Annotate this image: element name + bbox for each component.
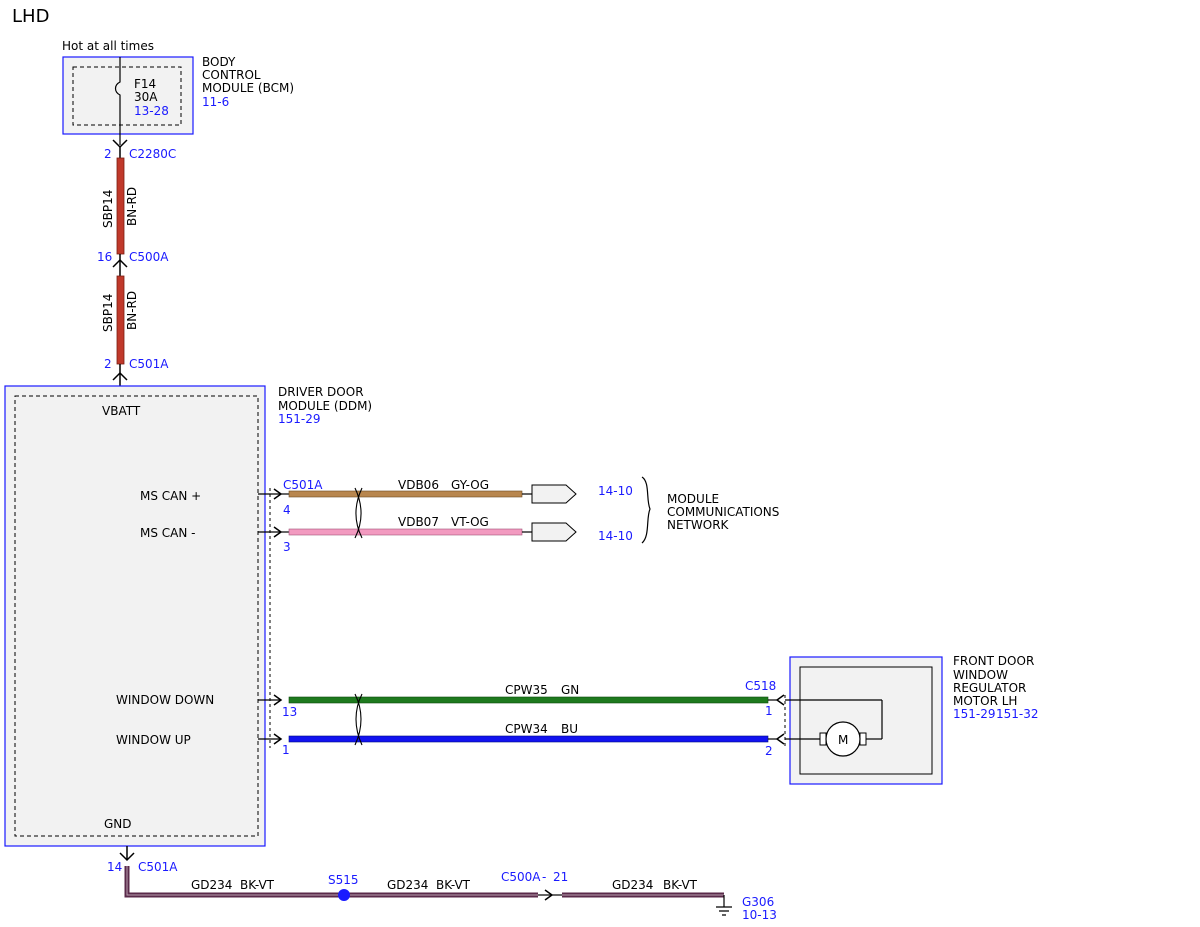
window-down-circuit: CPW35	[505, 683, 548, 697]
c2280c-name: C2280C	[129, 147, 176, 161]
c518-name: C518	[745, 679, 776, 693]
window-down-pin: 13	[282, 705, 297, 719]
can-plus-pin: 4	[283, 503, 291, 517]
motor-name-line1: FRONT DOOR	[953, 654, 1034, 668]
network-brace-icon	[641, 476, 651, 544]
splice-s515-icon	[338, 889, 350, 901]
network-line3: NETWORK	[667, 518, 730, 532]
network-line1: MODULE	[667, 492, 719, 506]
can-connector-label: C501A	[283, 478, 323, 492]
can-minus-circuit: VDB07	[398, 515, 439, 529]
ground-name: G306	[742, 895, 774, 909]
motor-name-line2: WINDOW	[953, 668, 1008, 682]
wire-sbp14-seg1	[116, 157, 125, 255]
gd234-seg1-circuit: GD234	[191, 878, 232, 892]
inline-connector-sep: -	[542, 870, 546, 884]
ddm-ms-can-minus-label: MS CAN -	[140, 526, 196, 540]
motor-ref1: 151-29	[953, 707, 996, 721]
motor-symbol: M	[838, 733, 848, 747]
c518-pin2-icon	[775, 733, 785, 745]
wire-sbp14-seg2	[116, 275, 125, 365]
ground-g306-icon	[716, 895, 732, 916]
bcm-name-line1: BODY	[202, 55, 236, 69]
seg2-color: BN-RD	[125, 291, 139, 330]
window-down-color: GN	[561, 683, 579, 697]
can-plus-ref: 14-10	[598, 484, 633, 498]
c2280c-pin: 2	[104, 147, 112, 161]
wire-cpw35	[288, 696, 769, 704]
page-title: LHD	[12, 6, 49, 27]
gd234-seg3-circuit: GD234	[612, 878, 653, 892]
c518-pin-up: 2	[765, 744, 773, 758]
motor-ref2: 151-32	[996, 707, 1039, 721]
c518-pin1-icon	[775, 694, 785, 706]
can-minus-pin: 3	[283, 540, 291, 554]
c500a-pin: 16	[97, 250, 112, 264]
bcm-feed-label: Hot at all times	[62, 39, 154, 53]
can-plus-color: GY-OG	[451, 478, 489, 492]
fuse-name: F14	[134, 77, 156, 91]
gd234-seg3-color: BK-VT	[663, 878, 698, 892]
c501a-power-name: C501A	[129, 357, 169, 371]
can-minus-offpage-arrow	[531, 522, 577, 542]
gd234-seg2-color: BK-VT	[436, 878, 471, 892]
motor-box	[789, 656, 943, 785]
ddm-ms-can-plus-label: MS CAN +	[140, 489, 201, 503]
splice-s515-label: S515	[328, 873, 359, 887]
ddm-window-down-label: WINDOW DOWN	[116, 693, 214, 707]
ddm-box	[4, 385, 266, 847]
can-minus-color: VT-OG	[451, 515, 489, 529]
c500a-name: C500A	[129, 250, 169, 264]
ground-ref: 10-13	[742, 908, 777, 922]
can-plus-circuit: VDB06	[398, 478, 439, 492]
wiring-diagram: LHD Hot at all times BODY CONTROL MODULE…	[4, 6, 1039, 922]
ddm-ref: 151-29	[278, 412, 321, 426]
window-up-color: BU	[561, 722, 578, 736]
fuse-rating: 30A	[134, 90, 158, 104]
network-line2: COMMUNICATIONS	[667, 505, 779, 519]
seg1-circuit: SBP14	[101, 190, 115, 228]
inline-connector-name: C500A	[501, 870, 541, 884]
bcm-name-line2: CONTROL	[202, 68, 261, 82]
can-minus-ref: 14-10	[598, 529, 633, 543]
ground-pin: 14	[107, 860, 122, 874]
seg2-circuit: SBP14	[101, 294, 115, 332]
gd234-seg2-circuit: GD234	[387, 878, 428, 892]
ddm-gnd-label: GND	[104, 817, 132, 831]
gd234-seg1-color: BK-VT	[240, 878, 275, 892]
c501a-power-pin: 2	[104, 357, 112, 371]
wire-vdb07	[288, 528, 523, 536]
ddm-vbatt-label: VBATT	[102, 404, 141, 418]
inline-connector-pin: 21	[553, 870, 568, 884]
seg1-color: BN-RD	[125, 187, 139, 226]
bcm-box	[62, 56, 194, 135]
motor-name-line3: REGULATOR	[953, 681, 1026, 695]
ddm-window-up-label: WINDOW UP	[116, 733, 191, 747]
fuse-ref: 13-28	[134, 104, 169, 118]
ddm-name-line2: MODULE (DDM)	[278, 399, 372, 413]
ddm-name-line1: DRIVER DOOR	[278, 385, 364, 399]
window-up-circuit: CPW34	[505, 722, 548, 736]
can-plus-offpage-arrow	[531, 484, 577, 504]
motor-name-line4: MOTOR LH	[953, 694, 1017, 708]
window-up-pin: 1	[282, 743, 290, 757]
c518-pin-down: 1	[765, 704, 773, 718]
bcm-name-line3: MODULE (BCM)	[202, 81, 294, 95]
bcm-ref: 11-6	[202, 95, 229, 109]
ground-connector: C501A	[138, 860, 178, 874]
